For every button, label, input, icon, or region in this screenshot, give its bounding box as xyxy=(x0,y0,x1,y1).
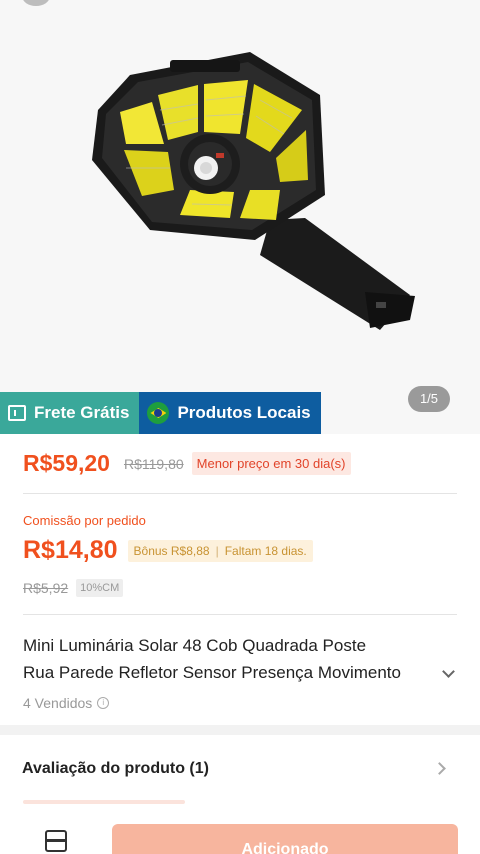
expand-title-chevron-icon[interactable] xyxy=(442,665,455,678)
current-price: R$59,20 xyxy=(23,450,110,476)
reviews-title: Avaliação do produto (1) xyxy=(22,760,209,777)
info-icon[interactable]: i xyxy=(97,697,110,709)
sold-count: 4 Vendidos xyxy=(23,695,93,711)
chevron-right-icon xyxy=(433,762,446,775)
bottom-action-bar: Adicionado xyxy=(0,812,480,854)
partially-hidden-content xyxy=(23,800,185,804)
commission-row: R$14,80 Bônus R$8,88 | Faltam 18 dias. xyxy=(23,536,313,565)
product-title-line1: Mini Luminária Solar 48 Cob Quadrada Pos… xyxy=(23,636,367,655)
free-shipping-badge: Frete Grátis xyxy=(0,392,140,434)
product-title[interactable]: Mini Luminária Solar 48 Cob Quadrada Pos… xyxy=(23,632,433,686)
commission-value: R$14,80 xyxy=(23,536,118,564)
product-gallery[interactable]: 1/5 xyxy=(0,0,480,434)
bonus-remaining: Faltam 18 dias. xyxy=(224,543,307,558)
product-reviews-row[interactable]: Avaliação do produto (1) xyxy=(0,735,480,803)
sold-count-row: 4 Vendidos i xyxy=(23,695,110,711)
image-counter: 1/5 xyxy=(408,386,450,412)
local-products-badge: Produtos Locais xyxy=(139,392,321,434)
product-image xyxy=(92,52,415,330)
product-title-line2: Rua Parede Refletor Sensor Presença Movi… xyxy=(23,663,401,682)
ticket-icon xyxy=(8,405,26,421)
badge-strip: Frete Grátis Produtos Locais xyxy=(0,392,321,434)
bonus-amount: Bônus R$8,88 xyxy=(133,543,210,558)
original-price: R$119,80 xyxy=(123,455,184,472)
old-commission: R$5,92 xyxy=(23,580,69,596)
lowest-price-tag: Menor preço em 30 dia(s) xyxy=(191,452,351,475)
back-button[interactable] xyxy=(22,0,50,6)
commission-old-row: R$5,92 10%CM xyxy=(23,579,124,597)
local-products-label: Produtos Locais xyxy=(177,403,311,422)
brazil-flag-icon xyxy=(147,402,170,424)
add-button[interactable]: Adicionado xyxy=(112,824,458,854)
divider xyxy=(23,614,457,615)
store-icon[interactable] xyxy=(45,830,67,852)
divider xyxy=(23,493,457,494)
bonus-separator: | xyxy=(215,543,219,558)
price-row: R$59,20 R$119,80 Menor preço em 30 dia(s… xyxy=(23,450,351,477)
commission-rate-tag: 10%CM xyxy=(76,579,124,597)
commission-label: Comissão por pedido xyxy=(23,513,146,528)
bonus-tag: Bônus R$8,88 | Faltam 18 dias. xyxy=(127,539,313,562)
section-separator xyxy=(0,725,480,735)
free-shipping-label: Frete Grátis xyxy=(34,403,130,422)
